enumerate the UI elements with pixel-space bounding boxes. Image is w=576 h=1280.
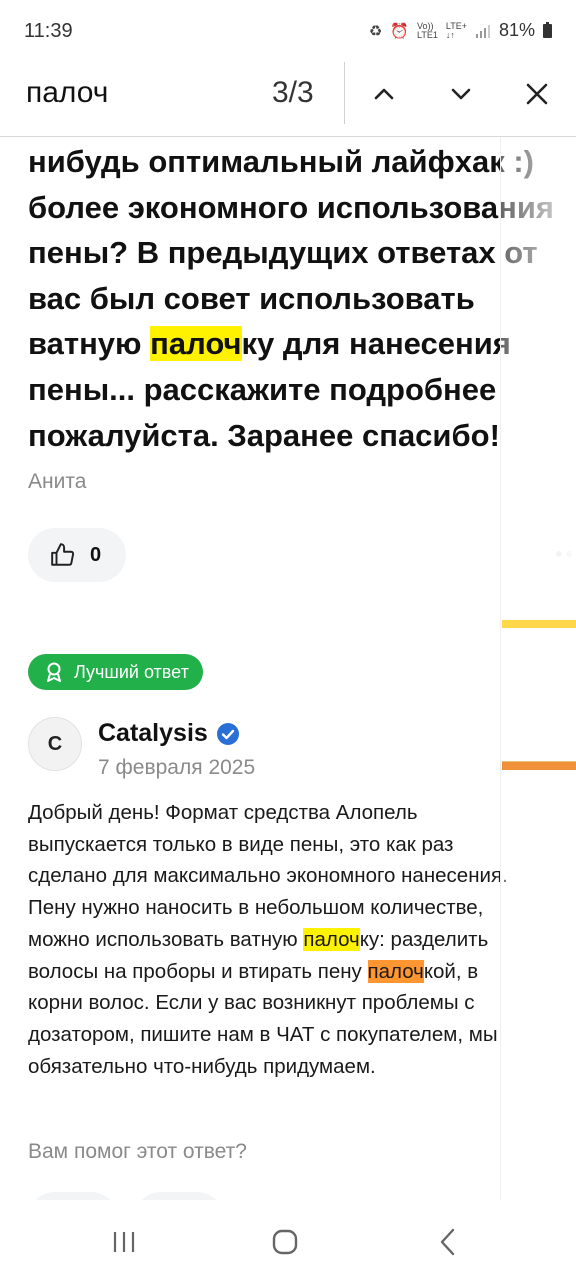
answer-date: 7 февраля 2025 xyxy=(98,756,256,779)
text-segment: Пену нужно наносить в небольшом количест… xyxy=(28,896,484,920)
answer-line: волосы на проборы и втирать пену палочко… xyxy=(28,956,576,988)
answer-line: Пену нужно наносить в небольшом количест… xyxy=(28,892,576,924)
text-segment: выпускается только в виде пены, это как … xyxy=(28,832,454,856)
answer-author[interactable]: Catalysis xyxy=(98,719,240,748)
ribbon-icon xyxy=(47,662,61,682)
text-segment: более экономного использования xyxy=(28,189,555,225)
question-line: пены... расскажите подробнее xyxy=(28,367,576,413)
recent-apps-icon xyxy=(113,1232,135,1252)
home-icon xyxy=(272,1229,298,1255)
battery-percent: 81% xyxy=(498,20,535,40)
text-segment: ватную xyxy=(28,326,151,362)
status-icons: ♻ ⏰ Vo)) LTE1 LTE+ ↓↑ 81% xyxy=(369,20,552,41)
question-line: вас был совет использовать xyxy=(28,276,576,322)
find-prev-button[interactable] xyxy=(362,72,406,116)
alarm-icon: ⏰ xyxy=(390,22,410,40)
signal-icon xyxy=(475,24,490,38)
text-segment: сделано для максимально экономного нанес… xyxy=(28,864,508,888)
find-in-page-bar: палоч 3/3 xyxy=(0,62,576,137)
text-segment: дозатором, пишите нам в ЧАТ с покупателе… xyxy=(28,1022,498,1046)
home-button[interactable] xyxy=(265,1222,305,1262)
text-segment: Добрый день! Формат средства Алопель xyxy=(28,801,418,824)
question-text: нибудь оптимальный лайфхак :) более экон… xyxy=(28,139,576,458)
text-segment: пены? В предыдущих ответах от xyxy=(28,235,538,271)
recycle-icon: ♻ xyxy=(368,22,383,40)
question-line: более экономного использования xyxy=(28,185,576,231)
dot xyxy=(556,551,562,557)
verified-icon xyxy=(216,722,239,745)
text-segment: вас был совет использовать xyxy=(28,280,475,316)
like-count: 0 xyxy=(90,543,102,566)
scroll-match-marker[interactable] xyxy=(502,620,576,628)
more-options-icon[interactable] xyxy=(556,549,576,559)
question-line: пены? В предыдущих ответах от xyxy=(28,230,576,276)
status-time: 11:39 xyxy=(24,20,73,42)
battery-icon xyxy=(543,21,552,38)
helpful-question: Вам помог этот ответ? xyxy=(28,1140,247,1163)
avatar[interactable]: C xyxy=(28,717,82,771)
volte-indicator: Vo)) LTE1 xyxy=(417,21,438,40)
status-bar: 11:39 ♻ ⏰ Vo)) LTE1 LTE+ ↓↑ 81% xyxy=(0,0,576,62)
scroll-track xyxy=(500,137,501,1200)
answer-text: Добрый день! Формат средства Алопель вып… xyxy=(28,797,576,1082)
text-segment: ку для нанесения xyxy=(241,326,511,362)
lte-indicator: LTE+ ↓↑ xyxy=(445,20,467,40)
text-segment: обязательно что-нибудь придумаем. xyxy=(28,1054,376,1078)
find-query-input[interactable]: палоч xyxy=(26,76,108,110)
answer-line: выпускается только в виде пены, это как … xyxy=(28,829,576,861)
find-match-count: 3/3 xyxy=(272,76,314,109)
answer-line: дозатором, пишите нам в ЧАТ с покупателе… xyxy=(28,1019,576,1051)
avatar-letter: C xyxy=(47,732,63,755)
scroll-match-marker-active[interactable] xyxy=(502,761,576,770)
back-icon xyxy=(440,1228,455,1256)
answer-line: можно использовать ватную палочку: разде… xyxy=(28,924,576,956)
question-line: пожалуйста. Заранее спасибо! xyxy=(28,413,576,459)
text-segment: корни волос. Если у вас возникнут пробле… xyxy=(28,991,475,1015)
search-highlight: палоч xyxy=(150,326,242,362)
find-divider xyxy=(344,62,345,124)
page-content: нибудь оптимальный лайфхак :) более экон… xyxy=(0,137,576,1200)
question-line: ватную палочку для нанесения xyxy=(28,321,576,367)
helpful-no-button[interactable] xyxy=(134,1192,224,1200)
text-segment: кой, в xyxy=(423,959,479,983)
dot xyxy=(566,551,572,557)
question-line: нибудь оптимальный лайфхак :) xyxy=(28,139,576,185)
text-segment: пены... расскажите подробнее xyxy=(28,371,497,407)
text-segment: волосы на проборы и втирать пену xyxy=(28,959,368,983)
find-next-button[interactable] xyxy=(439,72,483,116)
back-button[interactable] xyxy=(428,1222,468,1262)
close-icon xyxy=(526,83,548,105)
recent-apps-button[interactable] xyxy=(104,1222,144,1262)
answer-line: корни волос. Если у вас возникнут пробле… xyxy=(28,987,576,1019)
best-answer-badge: Лучший ответ xyxy=(28,654,203,690)
answer-line: обязательно что-нибудь придумаем. xyxy=(28,1051,576,1083)
helpful-yes-button[interactable] xyxy=(28,1192,118,1200)
answer-author-name: Catalysis xyxy=(98,719,208,747)
question-author[interactable]: Анита xyxy=(28,470,86,494)
text-segment: нибудь оптимальный лайфхак :) xyxy=(28,144,534,179)
text-segment: можно использовать ватную xyxy=(28,927,304,951)
system-nav-bar xyxy=(0,1200,576,1280)
text-segment: ку: разделить xyxy=(359,927,489,951)
volte-bottom: LTE1 xyxy=(417,29,438,40)
chevron-down-icon xyxy=(451,88,471,100)
best-answer-label: Лучший ответ xyxy=(74,661,189,682)
thumbs-up-icon xyxy=(51,543,75,566)
answer-line: сделано для максимально экономного нанес… xyxy=(28,860,576,892)
find-close-button[interactable] xyxy=(515,72,559,116)
like-button[interactable]: 0 xyxy=(28,528,126,582)
chevron-up-icon xyxy=(374,88,394,100)
text-segment: пожалуйста. Заранее спасибо! xyxy=(28,417,500,453)
search-highlight-active: палоч xyxy=(367,959,424,983)
search-highlight: палоч xyxy=(303,927,360,951)
lte-label: LTE+ xyxy=(445,20,467,31)
answer-line: Добрый день! Формат средства Алопель xyxy=(28,797,576,829)
